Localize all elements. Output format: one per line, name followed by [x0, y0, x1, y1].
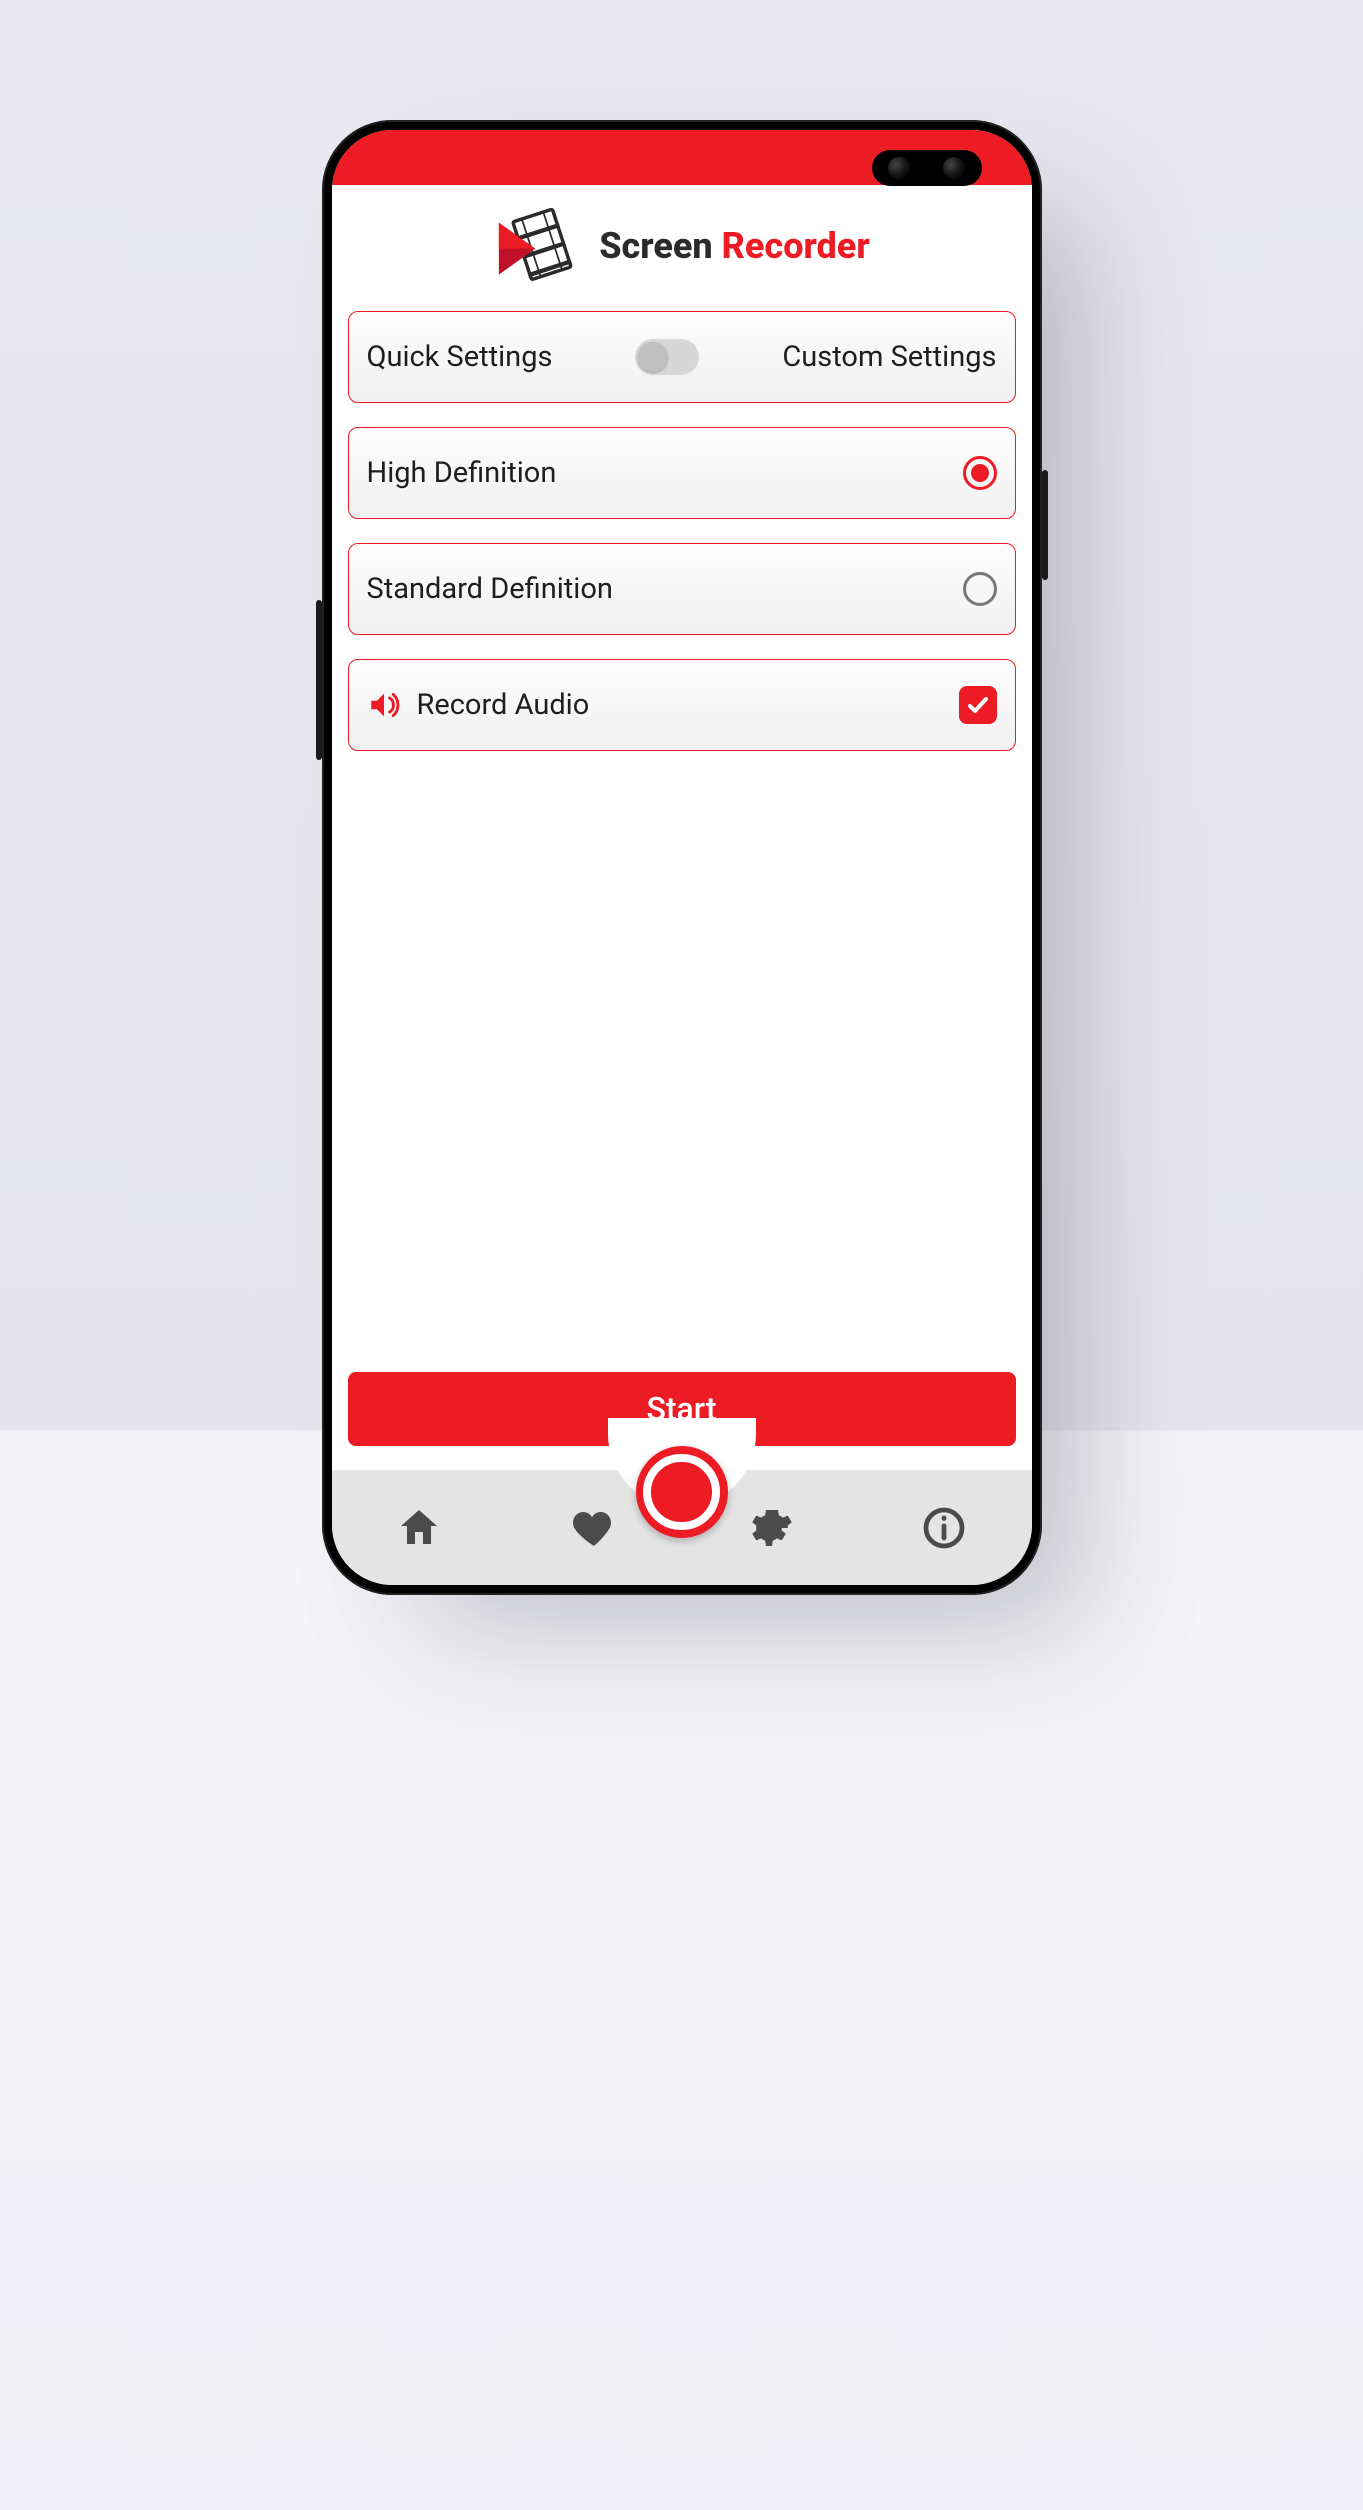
nav-info[interactable] — [920, 1504, 968, 1552]
app-title-plain: Screen — [599, 225, 712, 267]
app-title-accent: Recorder — [722, 225, 870, 267]
app-logo-icon — [493, 207, 581, 285]
quality-option-label: Standard Definition — [367, 572, 613, 606]
info-icon — [920, 1504, 968, 1552]
nav-home[interactable] — [395, 1504, 443, 1552]
screen: Screen Recorder Quick Settings Custom Se… — [332, 130, 1032, 1585]
settings-mode-card: Quick Settings Custom Settings — [348, 311, 1016, 403]
speaker-icon — [367, 688, 401, 722]
record-audio-label: Record Audio — [417, 688, 590, 722]
content: Quick Settings Custom Settings High Defi… — [332, 311, 1032, 1372]
quality-option-sd[interactable]: Standard Definition — [348, 543, 1016, 635]
home-icon — [395, 1504, 443, 1552]
app-title: Screen Recorder — [599, 225, 870, 267]
bottom-nav — [332, 1470, 1032, 1585]
gear-icon — [745, 1504, 793, 1552]
app-header: Screen Recorder — [332, 185, 1032, 311]
record-icon — [636, 1446, 728, 1538]
quick-settings-label: Quick Settings — [367, 340, 553, 374]
record-audio-row[interactable]: Record Audio — [348, 659, 1016, 751]
record-button[interactable] — [622, 1432, 742, 1552]
phone-frame: Screen Recorder Quick Settings Custom Se… — [322, 120, 1042, 1595]
quality-option-label: High Definition — [367, 456, 557, 490]
radio-selected-icon[interactable] — [963, 456, 997, 490]
nav-favorites[interactable] — [570, 1504, 618, 1552]
custom-settings-label: Custom Settings — [782, 340, 996, 374]
settings-mode-toggle[interactable] — [635, 339, 699, 375]
heart-icon — [570, 1504, 618, 1552]
radio-unselected-icon[interactable] — [963, 572, 997, 606]
nav-settings[interactable] — [745, 1504, 793, 1552]
record-audio-checkbox[interactable] — [959, 686, 997, 724]
quality-option-hd[interactable]: High Definition — [348, 427, 1016, 519]
camera-cutout — [872, 150, 982, 186]
